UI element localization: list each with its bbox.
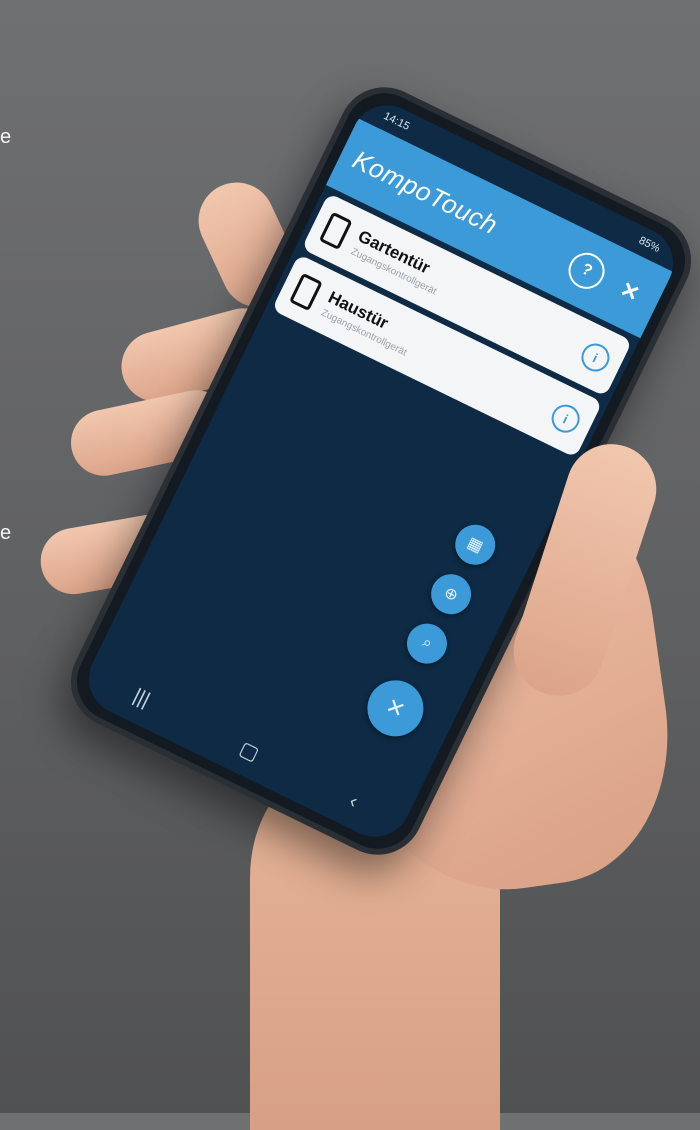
add-fab-button[interactable]: ⊕ — [424, 567, 478, 621]
system-nav-bar: ||| ▢ ‹ — [77, 649, 414, 849]
grid-fab-button[interactable]: ▦ — [448, 518, 502, 572]
status-battery: 85% — [636, 234, 662, 255]
close-icon[interactable]: ✕ — [608, 270, 651, 313]
search-fab-button[interactable]: ⌕ — [400, 616, 454, 671]
help-icon[interactable]: ? — [562, 246, 611, 295]
page-text-fragment: e — [0, 522, 12, 544]
back-icon[interactable]: ‹ — [346, 790, 362, 814]
close-fab-button[interactable]: ✕ — [357, 670, 433, 746]
tablet-icon — [288, 272, 323, 312]
page-text-fragment: e — [0, 126, 12, 148]
tablet-icon — [318, 211, 353, 251]
status-time: 14:15 — [381, 110, 412, 133]
recent-apps-icon[interactable]: ||| — [129, 684, 154, 712]
home-icon[interactable]: ▢ — [236, 735, 264, 766]
